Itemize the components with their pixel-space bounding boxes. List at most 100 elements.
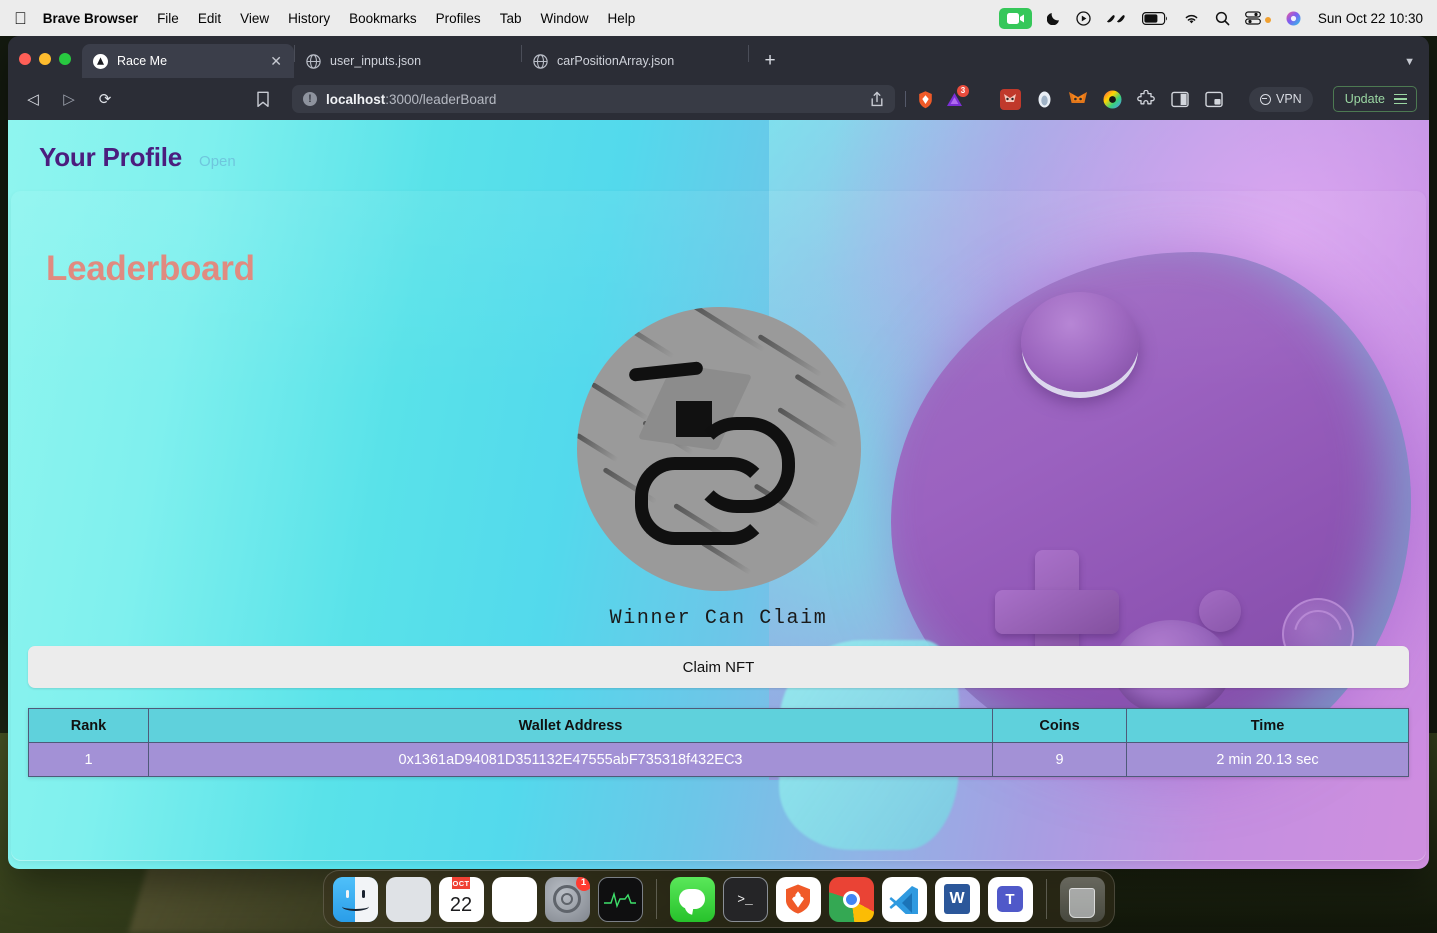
battery-icon[interactable] — [1141, 11, 1168, 25]
tab-divider — [748, 44, 749, 62]
dock-item-brave-browser[interactable] — [775, 876, 821, 922]
share-icon[interactable] — [860, 91, 884, 107]
claim-nft-button[interactable]: Claim NFT — [28, 646, 1409, 688]
brave-triangle-icon — [92, 53, 108, 69]
maximize-window-button[interactable] — [59, 53, 71, 65]
desktop:  Brave Browser File Edit View History B… — [0, 0, 1437, 933]
menu-window[interactable]: Window — [540, 11, 588, 26]
address-bar[interactable]: ! localhost:3000/leaderBoard — [292, 85, 895, 113]
now-playing-icon[interactable] — [1076, 10, 1091, 26]
mac-menu-bar:  Brave Browser File Edit View History B… — [0, 0, 1437, 36]
toolbar-divider — [904, 91, 906, 107]
dock-item-notes[interactable] — [491, 876, 537, 922]
dock-item-calendar[interactable]: OCT 22 — [438, 876, 484, 922]
table-row[interactable]: 1 0x1361aD94081D351132E47555abF735318f43… — [28, 742, 1409, 777]
profile-bar: Your Profile Open — [8, 120, 1429, 191]
dock-item-trash[interactable] — [1059, 876, 1105, 922]
tab-car-position-array-json[interactable]: carPositionArray.json — [522, 44, 748, 78]
hamburger-menu-icon[interactable] — [1394, 93, 1407, 105]
menu-help[interactable]: Help — [607, 11, 635, 26]
nft-image-wrap — [11, 307, 1426, 591]
puzzle-extensions-icon[interactable] — [1136, 89, 1157, 110]
browser-toolbar: ◁ ▷ ⟳ ! localhost:3000/leaderBoard 3 VPN… — [8, 78, 1429, 120]
forward-button[interactable]: ▷ — [56, 86, 82, 112]
screen-recording-icon[interactable] — [998, 7, 1032, 29]
back-button[interactable]: ◁ — [20, 86, 46, 112]
siri-icon[interactable] — [1286, 11, 1301, 26]
tab-race-me[interactable]: Race Me ✕ — [82, 44, 294, 78]
metamask-fox-icon[interactable] — [1068, 89, 1089, 110]
brave-rewards-triangle-icon[interactable]: 3 — [945, 84, 969, 109]
nft-artwork-image[interactable] — [576, 307, 861, 591]
column-header-wallet: Wallet Address — [148, 708, 993, 743]
spotlight-search-icon[interactable] — [1215, 11, 1230, 26]
tab-strip: Race Me ✕ user_inputs.json carPositionAr… — [8, 36, 1429, 78]
brave-lion-icon — [786, 884, 810, 914]
close-window-button[interactable] — [19, 53, 31, 65]
calendar-month: OCT — [452, 876, 470, 889]
brave-lion-icon[interactable] — [916, 90, 935, 109]
settings-badge-count: 1 — [575, 876, 590, 891]
leaderboard-card: Leaderboard Winner Can Claim Claim NFT R… — [11, 191, 1426, 861]
metamask-fox-red-icon[interactable] — [999, 88, 1021, 110]
table-head: Rank Wallet Address Coins Time — [28, 708, 1409, 743]
dock-item-activity-monitor[interactable] — [597, 876, 643, 922]
open-profile-link[interactable]: Open — [199, 153, 236, 170]
menubar-clock[interactable]: Sun Oct 22 10:30 — [1318, 11, 1423, 26]
column-header-rank: Rank — [28, 708, 149, 743]
ethereum-wallet-icon[interactable] — [1034, 89, 1055, 110]
status-indicator-dot — [1264, 16, 1271, 23]
cell-coins: 9 — [992, 742, 1127, 777]
dock-item-system-settings[interactable]: 1 — [544, 876, 590, 922]
site-info-icon[interactable]: ! — [303, 92, 317, 106]
focus-moon-icon[interactable] — [1046, 11, 1061, 25]
reload-button[interactable]: ⟳ — [92, 86, 118, 112]
menu-edit[interactable]: Edit — [198, 11, 221, 26]
apple-logo-icon[interactable]:  — [14, 10, 27, 27]
table-body: 1 0x1361aD94081D351132E47555abF735318f43… — [28, 742, 1409, 777]
dock-item-google-chrome[interactable] — [828, 876, 874, 922]
ecg-icon — [604, 891, 636, 908]
menu-bookmarks[interactable]: Bookmarks — [349, 11, 417, 26]
dock-item-vscode[interactable] — [881, 876, 927, 922]
bookmark-icon[interactable] — [256, 91, 270, 108]
control-center-icon[interactable] — [1245, 11, 1261, 25]
minimize-window-button[interactable] — [39, 53, 51, 65]
bluetooth-headphones-icon[interactable] — [1106, 13, 1127, 24]
menu-profiles[interactable]: Profiles — [436, 11, 481, 26]
menu-history[interactable]: History — [288, 11, 330, 26]
dock-item-launchpad[interactable] — [385, 876, 431, 922]
wifi-icon[interactable] — [1183, 12, 1200, 25]
chevron-down-icon[interactable]: ▼ — [1404, 56, 1415, 68]
brave-browser-window: Race Me ✕ user_inputs.json carPositionAr… — [8, 36, 1429, 869]
extensions-group — [999, 88, 1225, 110]
cell-time: 2 min 20.13 sec — [1126, 742, 1409, 777]
teams-letter: T — [997, 886, 1023, 912]
new-tab-button[interactable]: + — [755, 45, 785, 75]
dock-item-microsoft-teams[interactable]: T — [987, 876, 1033, 922]
dock-item-microsoft-word[interactable]: W — [934, 876, 980, 922]
trash-icon — [1069, 887, 1095, 918]
menu-file[interactable]: File — [157, 11, 179, 26]
tab-user-inputs-json[interactable]: user_inputs.json — [295, 44, 521, 78]
sidebar-panel-icon[interactable] — [1170, 89, 1191, 110]
leaderboard-heading: Leaderboard — [46, 249, 255, 288]
picture-in-picture-icon[interactable] — [1204, 89, 1225, 110]
dock-item-finder[interactable] — [332, 876, 378, 922]
dock-item-terminal[interactable]: >_ — [722, 876, 768, 922]
word-letter: W — [944, 884, 970, 914]
menu-view[interactable]: View — [240, 11, 269, 26]
vpn-button[interactable]: VPN — [1248, 86, 1313, 112]
globe-icon — [532, 53, 548, 69]
globe-icon — [305, 53, 321, 69]
update-button[interactable]: Update — [1332, 86, 1417, 112]
dock-item-messages[interactable] — [669, 876, 715, 922]
rainbow-wallet-icon[interactable] — [1102, 89, 1123, 110]
update-label: Update — [1344, 92, 1385, 106]
menu-tab[interactable]: Tab — [500, 11, 522, 26]
menu-status-items: Sun Oct 22 10:30 — [998, 7, 1423, 29]
menu-app-name[interactable]: Brave Browser — [43, 11, 138, 26]
close-icon[interactable]: ✕ — [268, 54, 284, 68]
page-title: Your Profile — [39, 142, 183, 172]
tab-title: user_inputs.json — [330, 54, 422, 68]
